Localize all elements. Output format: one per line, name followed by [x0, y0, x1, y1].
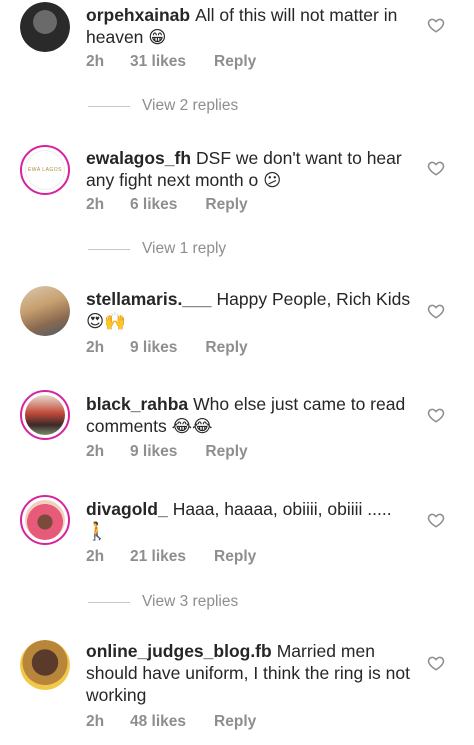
username-link[interactable]: stellamaris.___	[86, 289, 212, 309]
avatar[interactable]	[20, 495, 70, 545]
heart-outline-icon[interactable]	[427, 159, 445, 177]
reply-button[interactable]: Reply	[214, 53, 256, 71]
comment-text: orpehxainab All of this will not matter i…	[86, 4, 422, 48]
comment-body: Happy People, Rich Kids	[216, 289, 411, 309]
likes-count[interactable]: 31 likes	[130, 53, 186, 71]
likes-count[interactable]: 9 likes	[130, 339, 177, 357]
emoji: 😁	[148, 27, 167, 47]
comment-meta: 2h 9 likes Reply	[86, 443, 248, 461]
view-replies-label: View 3 replies	[142, 593, 239, 610]
view-replies-button[interactable]: View 1 reply	[88, 240, 226, 258]
timestamp: 2h	[86, 713, 105, 730]
view-replies-label: View 1 reply	[142, 240, 227, 257]
comment-text: stellamaris.___ Happy People, Rich Kids 😍…	[86, 288, 422, 332]
username-link[interactable]: online_judges_blog.fb	[86, 641, 272, 661]
reply-button[interactable]: Reply	[205, 196, 247, 214]
emoji: 😂😂	[171, 416, 213, 436]
avatar[interactable]	[20, 286, 70, 336]
avatar[interactable]	[20, 390, 70, 440]
reply-button[interactable]: Reply	[214, 713, 256, 731]
comment-text: ewalagos_fh DSF we don't want to hear any…	[86, 147, 422, 191]
avatar-logo-text: EWA LAGOS	[27, 167, 63, 173]
timestamp: 2h	[86, 196, 105, 213]
comment-text: black_rahba Who else just came to read co…	[86, 393, 422, 437]
likes-count[interactable]: 48 likes	[130, 713, 186, 731]
heart-outline-icon[interactable]	[427, 406, 445, 424]
heart-outline-icon[interactable]	[427, 654, 445, 672]
emoji: 🚶	[86, 521, 108, 541]
emoji: 😍🙌	[86, 311, 127, 331]
view-replies-button[interactable]: View 2 replies	[88, 97, 238, 115]
divider-line	[88, 248, 130, 250]
username-link[interactable]: divagold_	[86, 499, 168, 519]
timestamp: 2h	[86, 548, 105, 565]
emoji: 😕	[263, 170, 282, 190]
likes-count[interactable]: 9 likes	[130, 443, 177, 461]
timestamp: 2h	[86, 53, 105, 70]
comment-meta: 2h 6 likes Reply	[86, 196, 248, 214]
heart-outline-icon[interactable]	[427, 16, 445, 34]
comment-text: divagold_ Haaa, haaaa, obiiii, obiiii ...…	[86, 498, 422, 542]
avatar[interactable]	[20, 2, 70, 52]
heart-outline-icon[interactable]	[427, 511, 445, 529]
view-replies-button[interactable]: View 3 replies	[88, 593, 238, 611]
comment-meta: 2h 9 likes Reply	[86, 339, 248, 357]
comment-meta: 2h 31 likes Reply	[86, 53, 256, 71]
username-link[interactable]: ewalagos_fh	[86, 148, 191, 168]
comment-text: online_judges_blog.fb Married men should …	[86, 640, 422, 706]
avatar[interactable]: EWA LAGOS	[20, 145, 70, 195]
username-link[interactable]: orpehxainab	[86, 5, 190, 25]
view-replies-label: View 2 replies	[142, 97, 239, 114]
comment-meta: 2h 48 likes Reply	[86, 713, 256, 731]
likes-count[interactable]: 6 likes	[130, 196, 177, 214]
divider-line	[88, 601, 130, 603]
username-link[interactable]: black_rahba	[86, 394, 188, 414]
likes-count[interactable]: 21 likes	[130, 548, 186, 566]
comment-meta: 2h 21 likes Reply	[86, 548, 256, 566]
reply-button[interactable]: Reply	[214, 548, 256, 566]
reply-button[interactable]: Reply	[205, 443, 247, 461]
avatar[interactable]	[20, 640, 70, 690]
divider-line	[88, 105, 130, 107]
reply-button[interactable]: Reply	[205, 339, 247, 357]
timestamp: 2h	[86, 339, 105, 356]
timestamp: 2h	[86, 443, 105, 460]
comment-body: Haaa, haaaa, obiiii, obiiii .....	[172, 499, 392, 519]
heart-outline-icon[interactable]	[427, 302, 445, 320]
